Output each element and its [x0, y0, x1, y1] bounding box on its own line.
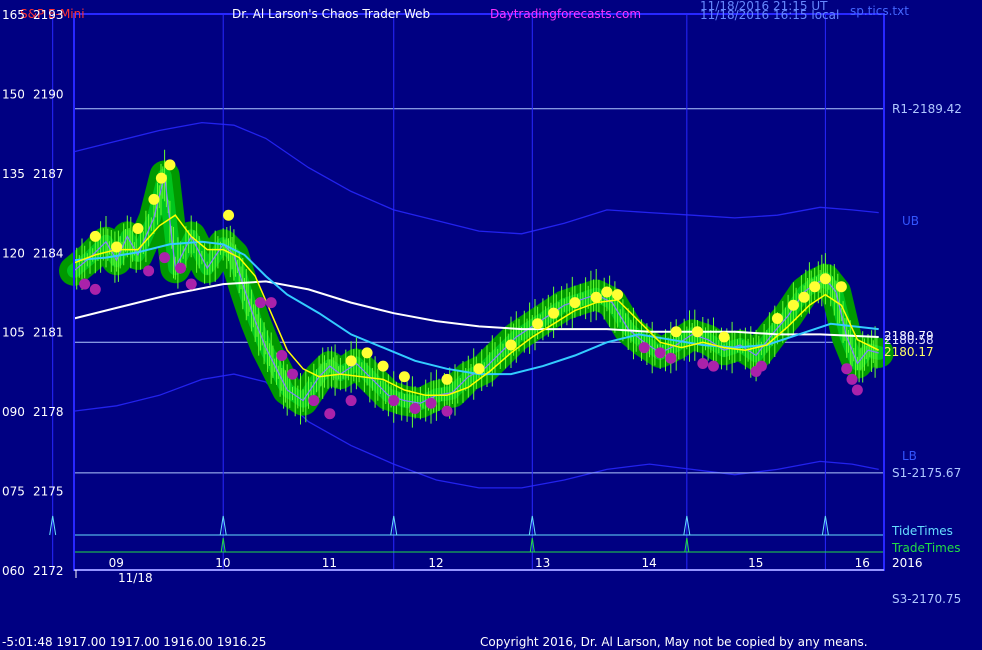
magenta-signal-dot: [755, 360, 767, 372]
magenta-signal-dot: [324, 408, 336, 420]
yellow-signal-dot: [798, 291, 810, 303]
y-tick-right: 2175: [33, 485, 64, 499]
x-tick-label: 15: [748, 556, 763, 570]
tide-label: TideTimes: [891, 524, 953, 538]
magenta-signal-dot: [654, 347, 666, 359]
magenta-signal-dot: [851, 384, 863, 396]
yellow-signal-dot: [819, 273, 831, 285]
y-tick-left: 075: [2, 485, 25, 499]
magenta-signal-dot: [89, 283, 101, 295]
magenta-signal-dot: [255, 297, 267, 309]
data-file: sp.tics.txt: [850, 4, 909, 18]
yellow-signal-dot: [148, 193, 160, 205]
magenta-signal-dot: [425, 397, 437, 409]
y-tick-right: 2190: [33, 87, 64, 101]
y-tick-left: 120: [2, 246, 25, 260]
x-tick-label: 12: [428, 556, 443, 570]
yellow-signal-dot: [345, 355, 357, 367]
y-tick-left: 060: [2, 564, 25, 578]
y-tick-left: 135: [2, 167, 25, 181]
yellow-signal-dot: [164, 159, 176, 171]
upper-band-label: UB: [902, 214, 919, 228]
magenta-signal-dot: [286, 368, 298, 380]
magenta-signal-dot: [388, 395, 400, 407]
yellow-signal-dot: [809, 281, 821, 293]
y-tick-right: 2184: [33, 246, 64, 260]
magenta-signal-dot: [79, 278, 91, 290]
magenta-signal-dot: [265, 297, 277, 309]
footer-copyright: Copyright 2016, Dr. Al Larson, May not b…: [480, 635, 868, 649]
level-label: S1-2175.67: [892, 466, 961, 480]
y-tick-right: 2178: [33, 405, 64, 419]
yellow-signal-dot: [601, 286, 613, 298]
y-tick-left: 090: [2, 405, 25, 419]
y-tick-right: 2172: [33, 564, 64, 578]
magenta-signal-dot: [846, 373, 858, 385]
x-tick-label: 09: [109, 556, 124, 570]
magenta-signal-dot: [345, 395, 357, 407]
yellow-signal-dot: [590, 291, 602, 303]
lower-band-label: LB: [902, 449, 917, 463]
yellow-signal-dot: [441, 373, 453, 385]
yellow-signal-dot: [377, 360, 389, 372]
y-tick-left: 165: [2, 8, 25, 22]
yellow-signal-dot: [132, 222, 144, 234]
trade-label: TradeTimes: [891, 541, 960, 555]
magenta-signal-dot: [276, 350, 288, 362]
yellow-signal-dot: [718, 331, 730, 343]
last-value-yellow: 2180.17: [884, 345, 934, 359]
site-url: Daytradingforecasts.com: [490, 7, 641, 21]
y-tick-right: 2193: [33, 8, 64, 22]
yellow-signal-dot: [532, 318, 544, 330]
magenta-signal-dot: [159, 252, 171, 264]
magenta-signal-dot: [841, 363, 853, 375]
yellow-signal-dot: [771, 312, 783, 324]
y-tick-left: 105: [2, 326, 25, 340]
x-tick-label: 14: [642, 556, 657, 570]
magenta-signal-dot: [707, 360, 719, 372]
x-tick-label: 11: [322, 556, 337, 570]
x-tick-label: 10: [215, 556, 230, 570]
year-label: 2016: [892, 556, 923, 570]
site-title: Dr. Al Larson's Chaos Trader Web: [232, 7, 430, 21]
magenta-signal-dot: [665, 352, 677, 364]
yellow-signal-dot: [612, 289, 624, 301]
yellow-signal-dot: [787, 299, 799, 311]
below-level-label: S3-2170.75: [892, 592, 961, 606]
magenta-signal-dot: [697, 357, 709, 369]
yellow-signal-dot: [670, 326, 682, 338]
level-label: R1-2189.42: [892, 102, 962, 116]
footer-quote: -5:01:48 1917.00 1917.00 1916.00 1916.25: [2, 635, 266, 649]
yellow-signal-dot: [89, 230, 101, 242]
yellow-signal-dot: [398, 371, 410, 383]
magenta-signal-dot: [409, 402, 421, 414]
yellow-signal-dot: [691, 326, 703, 338]
y-tick-right: 2181: [33, 326, 64, 340]
magenta-signal-dot: [143, 265, 155, 277]
yellow-signal-dot: [223, 209, 235, 221]
date-label: 11/18: [118, 571, 153, 585]
y-tick-left: 150: [2, 87, 25, 101]
y-tick-right: 2187: [33, 167, 64, 181]
yellow-signal-dot: [835, 281, 847, 293]
magenta-signal-dot: [185, 278, 197, 290]
yellow-signal-dot: [155, 172, 167, 184]
yellow-signal-dot: [505, 339, 517, 351]
yellow-signal-dot: [548, 307, 560, 319]
magenta-signal-dot: [441, 405, 453, 417]
yellow-signal-dot: [473, 363, 485, 375]
x-tick-label: 16: [855, 556, 870, 570]
chart-canvas: S&P E-Mini Dr. Al Larson's Chaos Trader W…: [0, 0, 982, 650]
x-tick-label: 13: [535, 556, 550, 570]
magenta-signal-dot: [308, 395, 320, 407]
timestamp-local: 11/18/2016 16:15 local: [700, 8, 839, 22]
yellow-signal-dot: [361, 347, 373, 359]
magenta-signal-dot: [638, 342, 650, 354]
yellow-signal-dot: [569, 297, 581, 309]
magenta-signal-dot: [175, 262, 187, 274]
yellow-signal-dot: [111, 241, 123, 253]
